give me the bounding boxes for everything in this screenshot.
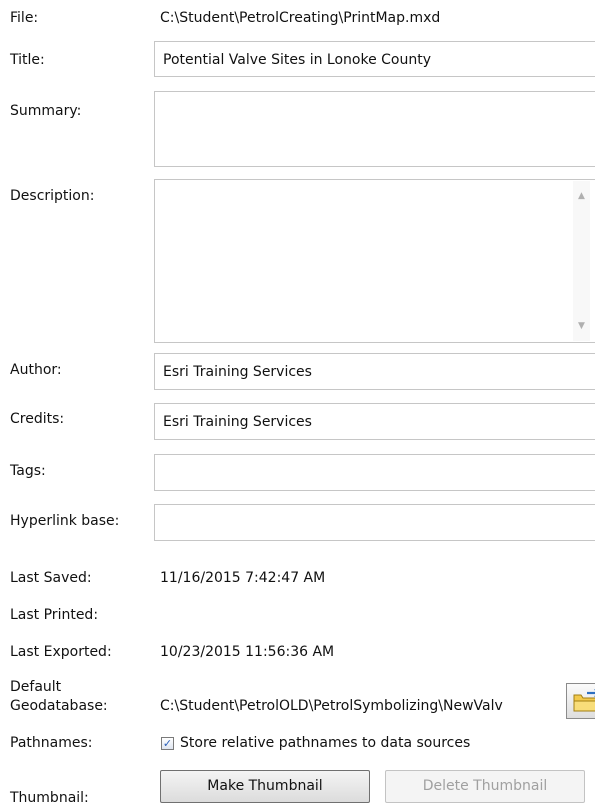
summary-field[interactable]: [154, 91, 595, 167]
summary-label: Summary:: [10, 103, 82, 119]
credits-field[interactable]: Esri Training Services: [154, 403, 595, 440]
author-label: Author:: [10, 362, 62, 378]
credits-field-text: Esri Training Services: [163, 414, 312, 430]
thumbnail-label: Thumbnail:: [10, 790, 89, 806]
browse-geodatabase-button[interactable]: [566, 683, 595, 719]
tags-field[interactable]: [154, 454, 595, 491]
title-label: Title:: [10, 52, 45, 68]
description-label: Description:: [10, 188, 95, 204]
default-geodatabase-value: C:\Student\PetrolOLD\PetrolSymbolizing\N…: [160, 698, 503, 714]
last-printed-label: Last Printed:: [10, 607, 99, 623]
delete-thumbnail-button: Delete Thumbnail: [385, 770, 585, 803]
description-scrollbar[interactable]: ▲ ▼: [573, 181, 590, 341]
hyperlink-base-field[interactable]: [154, 504, 595, 541]
file-path-value: C:\Student\PetrolCreating\PrintMap.mxd: [160, 10, 441, 26]
default-geodatabase-label-line1: Default: [10, 679, 62, 695]
scroll-down-arrow-icon[interactable]: ▼: [573, 321, 590, 331]
relative-pathnames-checkbox[interactable]: ✓: [161, 737, 174, 750]
last-exported-label: Last Exported:: [10, 644, 112, 660]
default-geodatabase-label-line2: Geodatabase:: [10, 698, 108, 714]
last-exported-value: 10/23/2015 11:56:36 AM: [160, 644, 335, 660]
make-thumbnail-button[interactable]: Make Thumbnail: [160, 770, 370, 803]
relative-pathnames-checkbox-label[interactable]: Store relative pathnames to data sources: [180, 735, 470, 751]
title-field[interactable]: Potential Valve Sites in Lonoke County: [154, 41, 595, 77]
tags-label: Tags:: [10, 463, 46, 479]
pathnames-label: Pathnames:: [10, 735, 93, 751]
author-field-text: Esri Training Services: [163, 364, 312, 380]
last-saved-label: Last Saved:: [10, 570, 92, 586]
credits-label: Credits:: [10, 411, 65, 427]
hyperlink-base-label: Hyperlink base:: [10, 513, 120, 529]
author-field[interactable]: Esri Training Services: [154, 353, 595, 390]
scroll-up-arrow-icon[interactable]: ▲: [573, 191, 590, 201]
folder-browse-icon: [573, 689, 595, 712]
description-field[interactable]: ▲ ▼: [154, 179, 595, 343]
title-field-text: Potential Valve Sites in Lonoke County: [163, 52, 432, 68]
last-saved-value: 11/16/2015 7:42:47 AM: [160, 570, 326, 586]
file-label: File:: [10, 10, 39, 26]
